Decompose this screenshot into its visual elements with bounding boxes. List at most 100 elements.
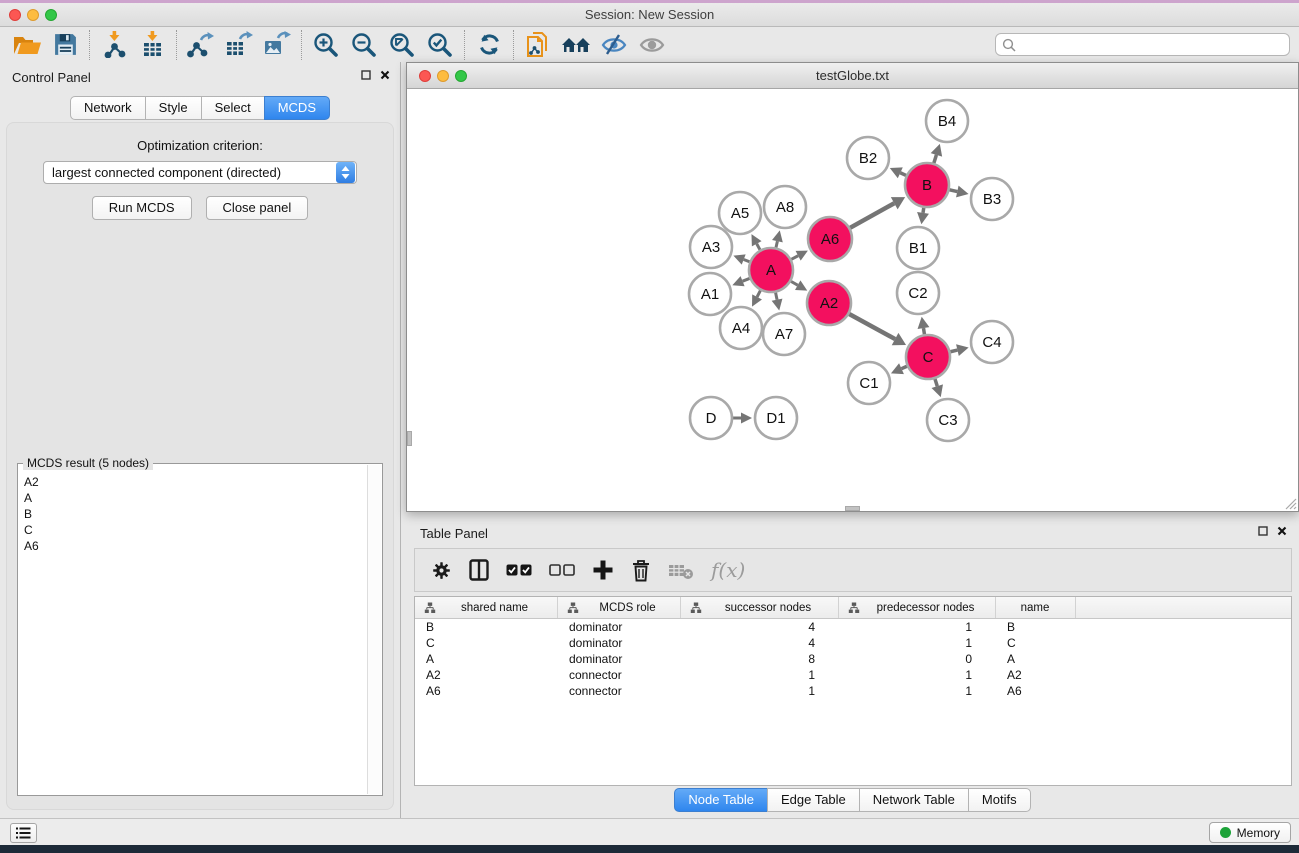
deselect-all-icon[interactable] — [549, 564, 575, 577]
graph-edge[interactable] — [934, 155, 937, 163]
mcds-result-item[interactable]: C — [24, 522, 366, 538]
table-row[interactable]: A2connector11A2 — [415, 667, 1291, 683]
graph-edge[interactable] — [744, 260, 750, 262]
graph-edge[interactable] — [849, 314, 895, 339]
tab-network-table[interactable]: Network Table — [859, 788, 969, 812]
float-panel-icon[interactable] — [361, 70, 371, 80]
delete-table-icon[interactable] — [668, 561, 694, 580]
mcds-result-item[interactable]: A2 — [24, 474, 366, 490]
graph-edge[interactable] — [850, 203, 894, 228]
mcds-result-item[interactable]: A6 — [24, 538, 366, 554]
tab-motifs[interactable]: Motifs — [968, 788, 1031, 812]
graph-edge[interactable] — [935, 379, 937, 386]
graph-edge[interactable] — [757, 244, 760, 250]
mcds-result-item[interactable]: B — [24, 506, 366, 522]
tab-select[interactable]: Select — [201, 96, 265, 120]
tab-node-table[interactable]: Node Table — [674, 788, 768, 812]
toolbar-separator — [176, 30, 177, 60]
eye-slash-icon — [600, 33, 628, 57]
function-builder-icon[interactable]: f(x) — [711, 558, 745, 582]
tab-style[interactable]: Style — [145, 96, 202, 120]
add-column-icon[interactable] — [592, 559, 614, 581]
column-header-shared-name[interactable]: shared name — [415, 597, 558, 618]
graph-edge[interactable] — [900, 173, 906, 176]
close-panel-icon[interactable] — [380, 70, 390, 80]
open-folder-icon — [13, 33, 42, 57]
application-window: Session: New Session — [0, 0, 1299, 853]
graph-edge[interactable] — [950, 350, 957, 352]
memory-button[interactable]: Memory — [1209, 822, 1291, 843]
export-image-button[interactable] — [258, 29, 296, 61]
column-header-name[interactable]: name — [996, 597, 1076, 618]
graph-edge[interactable] — [757, 290, 760, 296]
show-columns-icon[interactable] — [469, 559, 489, 581]
table-row[interactable]: Cdominator41C — [415, 635, 1291, 651]
table-cell: B — [415, 620, 558, 634]
column-header-successor-nodes[interactable]: successor nodes — [681, 597, 839, 618]
export-network-button[interactable] — [182, 29, 220, 61]
column-header-predecessor-nodes[interactable]: predecessor nodes — [839, 597, 996, 618]
refresh-button[interactable] — [470, 29, 508, 61]
table-row[interactable]: Adominator80A — [415, 651, 1291, 667]
search-input[interactable] — [1020, 38, 1283, 52]
run-mcds-button[interactable]: Run MCDS — [92, 196, 192, 220]
horizontal-scroll-thumb[interactable] — [845, 506, 860, 511]
table-row[interactable]: A6connector11A6 — [415, 683, 1291, 699]
select-all-icon[interactable] — [506, 564, 532, 577]
graph-edge[interactable] — [776, 293, 777, 300]
memory-status-dot — [1220, 827, 1231, 838]
export-image-icon — [263, 31, 291, 58]
table-settings-gear-icon[interactable] — [431, 560, 452, 581]
export-table-button[interactable] — [220, 29, 258, 61]
vertical-scroll-thumb[interactable] — [407, 431, 412, 446]
graph-edge[interactable] — [923, 208, 924, 213]
import-table-button[interactable] — [133, 29, 171, 61]
zoom-fit-button[interactable] — [383, 29, 421, 61]
result-scrollbar[interactable] — [367, 465, 381, 794]
graph-edge[interactable] — [791, 281, 798, 285]
column-header-MCDS-role[interactable]: MCDS role — [558, 597, 681, 618]
graph-edge[interactable] — [901, 366, 906, 368]
network-canvas[interactable]: B4B2BB3A5A8A6B1A3AC2A1A2A4A7C4CC1DD1C3 — [407, 90, 1298, 511]
network-window-titlebar[interactable]: testGlobe.txt — [407, 63, 1298, 89]
mcds-result-list[interactable]: A2ABCA6 — [20, 470, 366, 793]
graph-edge[interactable] — [923, 328, 924, 334]
criterion-select[interactable]: largest connected component (directed) — [43, 161, 357, 184]
tab-edge-table[interactable]: Edge Table — [767, 788, 860, 812]
graph-node-label: A2 — [820, 295, 838, 312]
close-panel-button[interactable]: Close panel — [206, 196, 309, 220]
resize-grip-icon[interactable] — [1283, 496, 1297, 510]
tab-network[interactable]: Network — [70, 96, 146, 120]
table-cell: dominator — [558, 636, 681, 650]
graph-edge[interactable] — [776, 241, 777, 247]
float-panel-icon[interactable] — [1258, 526, 1268, 536]
zoom-fit-icon — [389, 32, 415, 58]
hide-panels-button[interactable] — [595, 29, 633, 61]
graph-edge[interactable] — [743, 278, 750, 281]
save-floppy-icon — [53, 32, 78, 57]
open-session-button[interactable] — [8, 29, 46, 61]
table-cell: 1 — [681, 684, 839, 698]
import-network-button[interactable] — [95, 29, 133, 61]
table-cell: 4 — [681, 636, 839, 650]
graph-edge[interactable] — [791, 256, 798, 260]
mcds-result-item[interactable]: A — [24, 490, 366, 506]
import-network-icon — [101, 31, 128, 58]
close-panel-icon[interactable] — [1277, 526, 1287, 536]
new-network-from-selection-button[interactable] — [519, 29, 557, 61]
graph-node-label: D1 — [766, 410, 785, 427]
zoom-out-button[interactable] — [345, 29, 383, 61]
table-row[interactable]: Bdominator41B — [415, 619, 1291, 635]
show-panels-button[interactable] — [633, 29, 671, 61]
task-history-button[interactable] — [10, 823, 37, 843]
tab-mcds[interactable]: MCDS — [264, 96, 330, 120]
graph-edge-arrowhead — [931, 144, 942, 157]
home-button[interactable] — [557, 29, 595, 61]
delete-column-trash-icon[interactable] — [631, 559, 651, 582]
node-table[interactable]: shared nameMCDS rolesuccessor nodesprede… — [414, 596, 1292, 786]
graph-edge[interactable] — [949, 190, 957, 192]
graph-node-label: B3 — [983, 191, 1001, 208]
zoom-selected-button[interactable] — [421, 29, 459, 61]
zoom-in-button[interactable] — [307, 29, 345, 61]
save-session-button[interactable] — [46, 29, 84, 61]
